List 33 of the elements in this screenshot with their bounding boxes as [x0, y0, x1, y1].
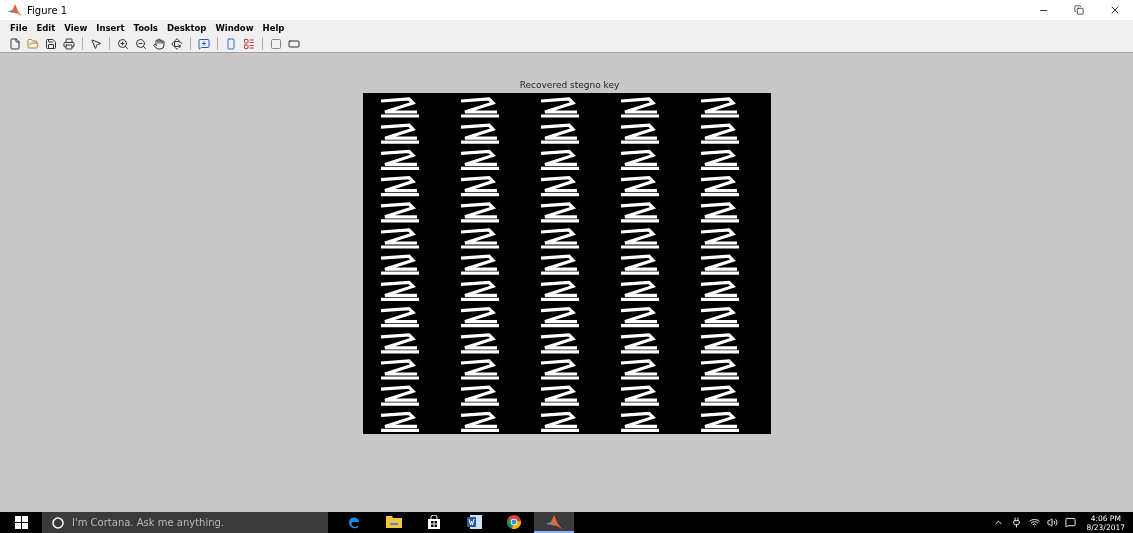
- windows-logo-icon: [14, 516, 28, 529]
- search-field[interactable]: I'm Cortana. Ask me anything.: [72, 517, 302, 528]
- menu-item[interactable]: Tools: [133, 22, 158, 33]
- menu-item[interactable]: File: [10, 22, 28, 33]
- volume-icon[interactable]: [1046, 517, 1058, 528]
- wifi-icon[interactable]: [1028, 517, 1040, 528]
- folder-icon: [386, 515, 402, 528]
- document-icon: [466, 514, 482, 529]
- rotate-icon[interactable]: [170, 36, 184, 51]
- notification-icon[interactable]: [1064, 517, 1076, 528]
- plug-icon[interactable]: [1010, 517, 1022, 528]
- hand-icon[interactable]: [152, 36, 166, 51]
- zoom-out-icon[interactable]: [134, 36, 148, 51]
- chrome-icon: [507, 514, 521, 529]
- circle-icon: [52, 516, 64, 529]
- save-icon[interactable]: [44, 36, 58, 51]
- menu-item[interactable]: Window: [215, 22, 254, 33]
- window-title: Figure 1: [27, 4, 69, 16]
- new-file-icon[interactable]: [8, 36, 22, 51]
- menu-item[interactable]: Help: [262, 22, 285, 33]
- print-icon[interactable]: [62, 36, 76, 51]
- restore-icon: [1074, 5, 1084, 15]
- edge-icon: [347, 514, 361, 529]
- axes-title: Recovered stegno key: [519, 80, 620, 90]
- menu-item[interactable]: Desktop: [166, 22, 207, 33]
- menu-item[interactable]: View: [64, 22, 88, 33]
- close-icon: [1109, 4, 1121, 16]
- pointer-icon[interactable]: [89, 36, 103, 51]
- menu-item[interactable]: Edit: [36, 22, 56, 33]
- search-bar[interactable]: I'm Cortana. Ask me anything.: [42, 512, 328, 533]
- menu-item[interactable]: Insert: [96, 22, 125, 33]
- zoom-in-icon[interactable]: [116, 36, 130, 51]
- square-icon[interactable]: [269, 36, 283, 51]
